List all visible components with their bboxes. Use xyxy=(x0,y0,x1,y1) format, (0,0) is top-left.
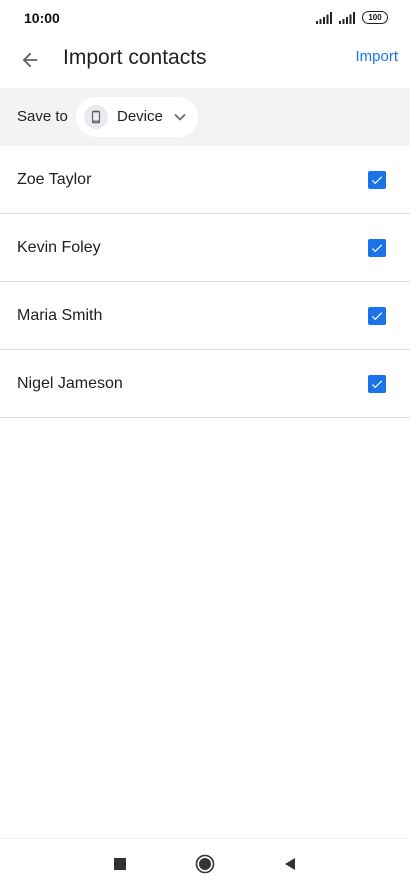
contact-checkbox[interactable] xyxy=(368,375,386,393)
contact-checkbox[interactable] xyxy=(368,239,386,257)
check-icon xyxy=(371,312,383,321)
contact-name: Zoe Taylor xyxy=(17,171,92,188)
save-to-label: Save to xyxy=(17,108,68,125)
status-time: 10:00 xyxy=(24,10,60,26)
phone-icon xyxy=(91,110,101,124)
chevron-down-icon xyxy=(174,113,186,121)
contact-name: Maria Smith xyxy=(17,307,103,324)
circle-icon xyxy=(195,854,215,874)
contact-row[interactable]: Nigel Jameson xyxy=(0,350,410,418)
system-nav-bar xyxy=(0,838,410,888)
import-button[interactable]: Import xyxy=(355,48,398,65)
contact-checkbox[interactable] xyxy=(368,307,386,325)
save-to-bar: Save to Device xyxy=(0,88,410,146)
check-icon xyxy=(371,244,383,253)
check-icon xyxy=(371,380,383,389)
status-icons: 100 xyxy=(316,11,388,24)
save-to-dropdown[interactable]: Device xyxy=(76,97,198,137)
recents-button[interactable] xyxy=(109,853,131,875)
status-bar: 10:00 100 xyxy=(0,0,410,36)
page-title: Import contacts xyxy=(63,46,207,69)
contact-name: Nigel Jameson xyxy=(17,375,123,392)
square-icon xyxy=(114,858,126,870)
triangle-left-icon xyxy=(285,858,295,870)
contact-row[interactable]: Zoe Taylor xyxy=(0,146,410,214)
save-to-value: Device xyxy=(117,108,163,125)
nav-back-button[interactable] xyxy=(279,853,301,875)
device-icon-badge xyxy=(84,105,108,129)
check-icon xyxy=(371,176,383,185)
battery-icon: 100 xyxy=(362,11,388,24)
contact-list: Zoe Taylor Kevin Foley Maria Smith Nigel… xyxy=(0,146,410,418)
arrow-left-icon xyxy=(22,52,38,68)
contact-row[interactable]: Kevin Foley xyxy=(0,214,410,282)
back-button[interactable] xyxy=(12,42,48,78)
app-bar: Import contacts Import xyxy=(0,36,410,88)
signal-icon-2 xyxy=(339,11,355,24)
signal-icon xyxy=(316,11,332,24)
home-button[interactable] xyxy=(194,853,216,875)
contact-name: Kevin Foley xyxy=(17,239,101,256)
contact-checkbox[interactable] xyxy=(368,171,386,189)
contact-row[interactable]: Maria Smith xyxy=(0,282,410,350)
